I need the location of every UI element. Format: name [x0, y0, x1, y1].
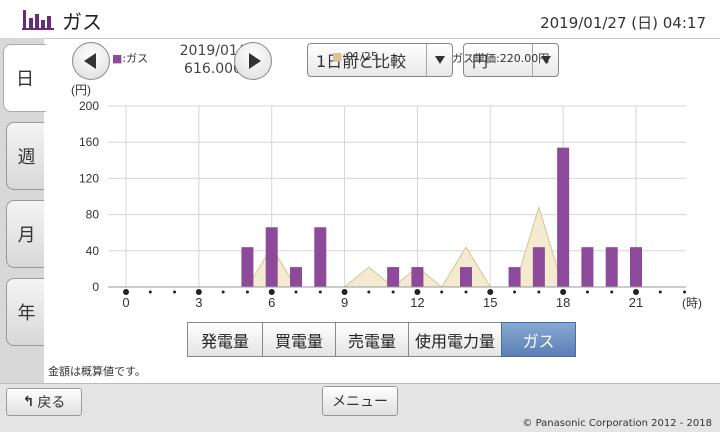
y-tick-label: 200 [79, 99, 99, 113]
gas-bar [314, 227, 327, 287]
gas-bar [532, 247, 545, 287]
x-tick-label: 15 [483, 295, 497, 310]
y-tick-label: 80 [86, 208, 100, 222]
footer: ↰ 戻る メニュー © Panasonic Corporation 2012 -… [0, 383, 720, 432]
y-tick-label: 0 [92, 280, 99, 294]
plot-area [108, 106, 686, 287]
gas-bar [265, 227, 278, 287]
tab-day[interactable]: 日 [3, 44, 46, 112]
hour-tick-dot [221, 290, 225, 294]
hour-tick-dot [173, 290, 177, 294]
back-button-label: 戻る [37, 395, 66, 411]
y-tick-label: 160 [79, 135, 99, 149]
hour-tick-dot [464, 290, 468, 294]
hour-tick-dot [367, 290, 371, 294]
x-tick-label: 3 [195, 295, 202, 310]
segment-generation[interactable]: 発電量 [187, 322, 263, 357]
gas-bar [557, 147, 570, 287]
x-tick-label: 18 [556, 295, 570, 310]
gas-bar [290, 267, 302, 287]
hour-tick-dot [610, 290, 614, 294]
gas-bar [630, 247, 642, 287]
gas-bar [581, 247, 594, 287]
estimate-note: 金額は概算値です。 [48, 365, 146, 378]
hour-tick-dot [148, 290, 152, 294]
x-tick-label: 12 [410, 295, 424, 310]
back-arrow-icon: ↰ [22, 394, 35, 410]
gas-bar [508, 267, 521, 287]
gas-bar [411, 267, 424, 287]
x-axis-label: (時) [682, 296, 702, 310]
menu-button[interactable]: メニュー [322, 386, 398, 416]
segment-sold[interactable]: 売電量 [335, 322, 409, 357]
hour-tick-dot [391, 290, 395, 294]
segment-consumption[interactable]: 使用電力量 [408, 322, 502, 357]
hour-tick-dot [245, 290, 249, 294]
hour-tick-dot [294, 290, 298, 294]
x-tick-label: 0 [122, 295, 129, 310]
gas-bar [241, 247, 254, 287]
segment-purchased[interactable]: 買電量 [262, 322, 336, 357]
menu-button-label: メニュー [332, 394, 388, 410]
hour-tick-dot [658, 290, 662, 294]
gas-bar [605, 247, 618, 287]
copyright: © Panasonic Corporation 2012 - 2018 [522, 418, 712, 429]
x-tick-label: 6 [268, 295, 275, 310]
hour-tick-dot [440, 290, 444, 294]
back-button[interactable]: ↰ 戻る [6, 388, 82, 416]
hour-tick-dot [513, 290, 517, 294]
x-tick-label: 9 [341, 295, 348, 310]
hour-tick-dot [585, 290, 589, 294]
hour-tick-dot [318, 290, 322, 294]
gas-bar [387, 267, 400, 287]
y-tick-label: 120 [79, 171, 99, 185]
y-axis-label: (円) [71, 83, 91, 97]
hour-tick-dot [537, 290, 541, 294]
x-tick-label: 21 [629, 295, 643, 310]
gas-bar [460, 267, 472, 287]
hour-tick-dot [683, 290, 687, 294]
gas-usage-chart: 0 40 80 120 160 200 (円) 0 3 6 9 12 15 18 21 (時) [71, 83, 702, 310]
y-tick-label: 40 [86, 244, 100, 258]
segment-gas[interactable]: ガス [501, 322, 576, 357]
